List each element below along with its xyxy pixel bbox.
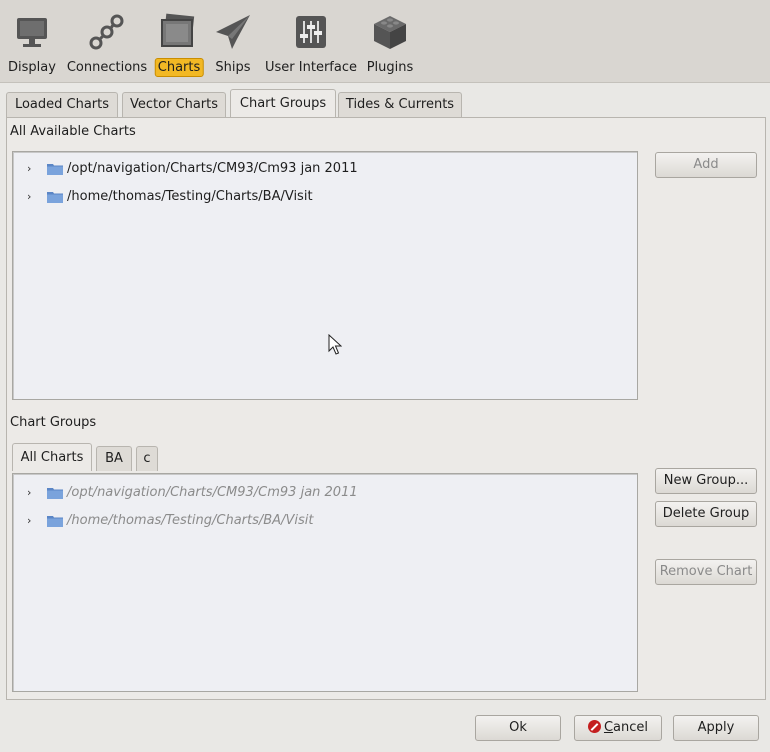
cancel-mnemonic: C <box>603 720 614 735</box>
available-charts-tree[interactable]: › /opt/navigation/Charts/CM93/Cm93 jan 2… <box>12 151 638 400</box>
group-charts-tree[interactable]: › /opt/navigation/Charts/CM93/Cm93 jan 2… <box>12 473 638 692</box>
chart-groups-label: Chart Groups <box>10 415 97 430</box>
sliders-icon <box>296 16 326 48</box>
ships-icon <box>216 15 250 49</box>
toolbar-item-ships[interactable]: Ships <box>210 8 256 80</box>
expand-chevron-icon[interactable]: › <box>27 158 31 180</box>
folder-icon <box>47 192 63 203</box>
connections-icon <box>89 14 124 50</box>
folder-icon <box>47 164 63 175</box>
charts-icon <box>161 13 195 47</box>
tab-group-c[interactable]: c <box>136 446 158 471</box>
toolbar-label-connections: Connections <box>66 60 148 75</box>
tree-row[interactable]: › /opt/navigation/Charts/CM93/Cm93 jan 2… <box>13 482 633 504</box>
monitor-icon <box>17 18 47 47</box>
toolbar-label-user-interface: User Interface <box>265 60 357 75</box>
toolbar-item-user-interface[interactable]: User Interface <box>262 8 360 80</box>
tree-row-label: /home/thomas/Testing/Charts/BA/Visit <box>67 513 314 528</box>
cancel-label: ancel <box>613 720 649 735</box>
tab-tides-currents[interactable]: Tides & Currents <box>338 92 462 117</box>
expand-chevron-icon[interactable]: › <box>27 482 31 504</box>
tree-row-label: /opt/navigation/Charts/CM93/Cm93 jan 201… <box>67 485 358 500</box>
delete-group-button[interactable]: Delete Group <box>655 501 757 527</box>
tab-loaded-charts[interactable]: Loaded Charts <box>6 92 118 117</box>
plugins-icon <box>374 16 406 49</box>
options-toolbar: Display Connections Charts Ships User In… <box>0 0 770 83</box>
expand-chevron-icon[interactable]: › <box>27 510 31 532</box>
folder-icon <box>47 516 63 527</box>
ok-button[interactable]: Ok <box>475 715 561 741</box>
tree-row[interactable]: › /home/thomas/Testing/Charts/BA/Visit <box>13 186 633 208</box>
tree-row-label: /opt/navigation/Charts/CM93/Cm93 jan 201… <box>67 161 358 176</box>
toolbar-label-ships: Ships <box>215 60 251 75</box>
mouse-cursor-icon <box>328 334 342 355</box>
tab-chart-groups[interactable]: Chart Groups <box>230 89 336 117</box>
apply-button[interactable]: Apply <box>673 715 759 741</box>
available-charts-label: All Available Charts <box>10 124 136 139</box>
add-button[interactable]: Add <box>655 152 757 178</box>
expand-chevron-icon[interactable]: › <box>27 186 31 208</box>
tree-row[interactable]: › /home/thomas/Testing/Charts/BA/Visit <box>13 510 633 532</box>
toolbar-item-plugins[interactable]: Plugins <box>364 8 416 80</box>
tab-group-ba[interactable]: BA <box>96 446 132 471</box>
toolbar-label-display: Display <box>8 60 56 75</box>
cancel-button[interactable]: Cancel <box>574 715 662 741</box>
cancel-icon <box>587 720 601 733</box>
toolbar-item-connections[interactable]: Connections <box>64 8 150 80</box>
tree-row[interactable]: › /opt/navigation/Charts/CM93/Cm93 jan 2… <box>13 158 633 180</box>
remove-chart-button[interactable]: Remove Chart <box>655 559 757 585</box>
folder-icon <box>47 488 63 499</box>
toolbar-label-plugins: Plugins <box>366 60 414 75</box>
toolbar-item-charts[interactable]: Charts <box>152 8 206 80</box>
tab-group-all-charts[interactable]: All Charts <box>12 443 92 471</box>
new-group-button[interactable]: New Group... <box>655 468 757 494</box>
toolbar-label-charts: Charts <box>154 58 204 77</box>
tab-vector-charts[interactable]: Vector Charts <box>122 92 226 117</box>
toolbar-item-display[interactable]: Display <box>2 8 62 80</box>
tree-row-label: /home/thomas/Testing/Charts/BA/Visit <box>67 189 313 204</box>
